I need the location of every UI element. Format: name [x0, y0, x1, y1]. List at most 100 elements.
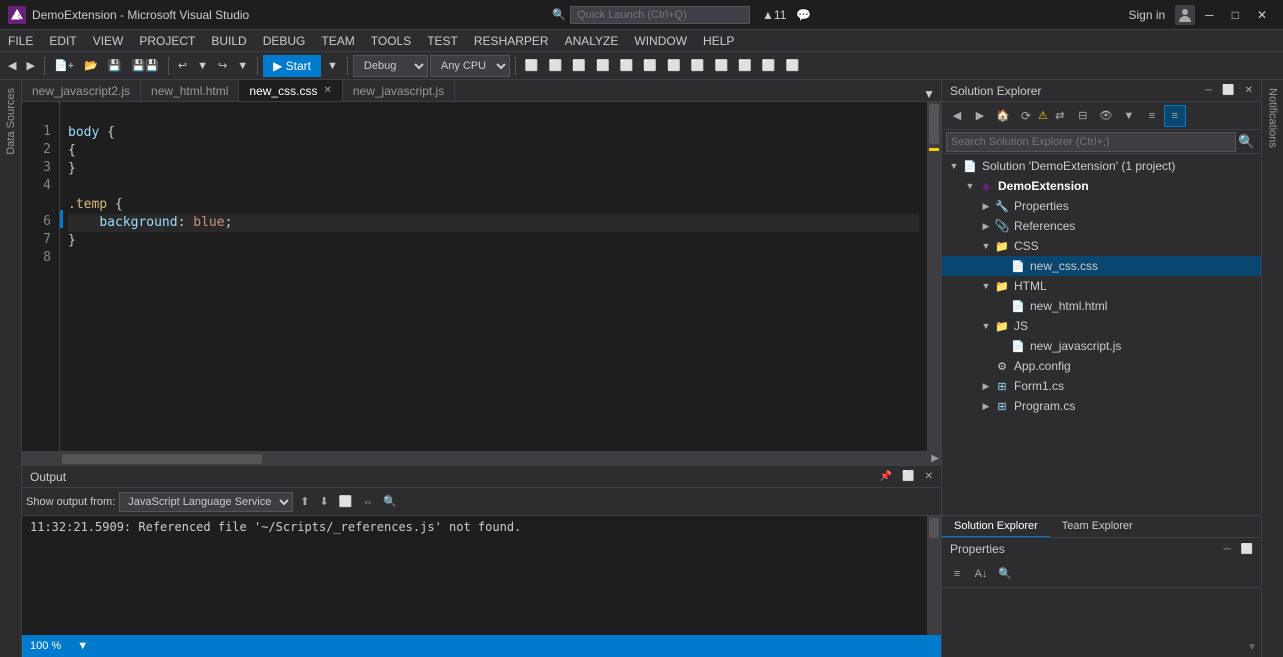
tree-app-config[interactable]: ⚙ App.config [942, 356, 1261, 376]
toolbar-btn-9[interactable]: ⬜ [711, 57, 733, 74]
scroll-right-btn[interactable]: ▶ [931, 453, 939, 464]
forward-button[interactable]: ▶ [22, 57, 38, 74]
menu-analyze[interactable]: ANALYZE [557, 30, 627, 52]
sol-extra-btn[interactable]: ≡ [1164, 105, 1186, 127]
tab-javascript[interactable]: new_javascript.js [343, 80, 455, 101]
toolbar-btn-3[interactable]: ⬜ [568, 57, 590, 74]
menu-window[interactable]: WINDOW [626, 30, 695, 52]
tab-javascript2[interactable]: new_javascript2.js [22, 80, 141, 101]
sol-filter-btn[interactable]: ▼ [1118, 105, 1140, 127]
prop-alpha-btn[interactable]: A↓ [970, 563, 992, 585]
menu-team[interactable]: TEAM [313, 30, 362, 52]
output-find[interactable]: 🔍 [380, 493, 400, 510]
sol-forward-btn[interactable]: ▶ [969, 105, 991, 127]
tree-form1[interactable]: ▶ ⊞ Form1.cs [942, 376, 1261, 396]
toolbar-btn-12[interactable]: ⬜ [782, 57, 804, 74]
sol-home-btn[interactable]: 🏠 [992, 105, 1014, 127]
data-sources-label[interactable]: Data Sources [5, 80, 17, 163]
undo-button[interactable]: ↩ [174, 57, 191, 74]
start-dropdown[interactable]: ▼ [323, 58, 342, 74]
properties-float-button[interactable]: ⬜ [1237, 542, 1257, 557]
output-source-select[interactable]: JavaScript Language Service Build Debug [119, 492, 293, 512]
back-button[interactable]: ◀ [4, 57, 20, 74]
toolbar-btn-11[interactable]: ⬜ [758, 57, 780, 74]
menu-edit[interactable]: EDIT [41, 30, 84, 52]
tree-new-css[interactable]: 📄 new_css.css [942, 256, 1261, 276]
output-nav-down[interactable]: ⬇ [317, 493, 332, 510]
redo-dropdown[interactable]: ▼ [233, 58, 252, 74]
sign-in-link[interactable]: Sign in [1120, 8, 1173, 22]
tree-new-javascript[interactable]: 📄 new_javascript.js [942, 336, 1261, 356]
new-project-button[interactable]: 📄+ [50, 57, 78, 74]
tab-css[interactable]: new_css.css ✕ [239, 80, 342, 101]
save-all-button[interactable]: 💾💾 [127, 57, 162, 74]
sol-float-button[interactable]: ⬜ [1218, 83, 1238, 98]
tree-html-folder[interactable]: ▼ 📁 HTML [942, 276, 1261, 296]
tab-team-explorer[interactable]: Team Explorer [1050, 516, 1145, 538]
output-pin-button[interactable]: 📌 [876, 469, 896, 484]
debug-mode-select[interactable]: Debug Release [353, 55, 428, 77]
menu-help[interactable]: HELP [695, 30, 742, 52]
toolbar-btn-7[interactable]: ⬜ [663, 57, 685, 74]
output-nav-up[interactable]: ⬆ [297, 493, 312, 510]
sol-close-button[interactable]: ✕ [1241, 83, 1257, 98]
save-button[interactable]: 💾 [104, 57, 126, 74]
code-content-area[interactable]: body { { } .temp { background: blue; } [60, 102, 927, 451]
menu-debug[interactable]: DEBUG [255, 30, 314, 52]
tab-html[interactable]: new_html.html [141, 80, 239, 101]
quick-launch-input[interactable] [570, 6, 750, 24]
toolbar-btn-6[interactable]: ⬜ [639, 57, 661, 74]
toolbar-btn-4[interactable]: ⬜ [592, 57, 614, 74]
sol-pin-button[interactable]: ─ [1201, 83, 1216, 98]
sol-search-button[interactable]: 🔍 [1236, 132, 1257, 152]
menu-test[interactable]: TEST [419, 30, 466, 52]
menu-view[interactable]: VIEW [85, 30, 132, 52]
menu-resharper[interactable]: RESHARPER [466, 30, 557, 52]
minimize-button[interactable]: ─ [1197, 4, 1222, 26]
editor-horizontal-scrollbar[interactable]: ▶ [22, 451, 941, 465]
maximize-button[interactable]: □ [1224, 4, 1247, 26]
output-float-button[interactable]: ⬜ [898, 469, 918, 484]
start-button[interactable]: ▶ ▶ StartStart [263, 55, 321, 77]
output-word-wrap[interactable]: ⇔ [359, 494, 376, 510]
tree-solution[interactable]: ▼ 📄 Solution 'DemoExtension' (1 project) [942, 156, 1261, 176]
close-button[interactable]: ✕ [1249, 4, 1275, 26]
menu-project[interactable]: PROJECT [131, 30, 203, 52]
notifications-label[interactable]: Notifications [1267, 80, 1279, 156]
sol-props-btn[interactable]: ≡ [1141, 105, 1163, 127]
tree-js-folder[interactable]: ▼ 📁 JS [942, 316, 1261, 336]
sol-back-btn[interactable]: ◀ [946, 105, 968, 127]
sol-refresh-btn[interactable]: ⟳ [1015, 105, 1037, 127]
undo-dropdown[interactable]: ▼ [193, 58, 212, 74]
tabs-overflow-button[interactable]: ▼ [917, 87, 941, 101]
output-clear[interactable]: ⬜ [336, 493, 356, 510]
toolbar-btn-2[interactable]: ⬜ [545, 57, 567, 74]
menu-build[interactable]: BUILD [203, 30, 254, 52]
sol-sync-btn[interactable]: ⇄ [1049, 105, 1071, 127]
tree-new-html[interactable]: 📄 new_html.html [942, 296, 1261, 316]
tree-css-folder[interactable]: ▼ 📁 CSS [942, 236, 1261, 256]
sol-show-all-btn[interactable]: 👁 [1095, 105, 1117, 127]
toolbar-btn-10[interactable]: ⬜ [734, 57, 756, 74]
menu-file[interactable]: FILE [0, 30, 41, 52]
status-zoom-dropdown[interactable]: ▼ [77, 640, 88, 652]
sol-search-input[interactable] [946, 132, 1236, 152]
tree-properties[interactable]: ▶ 🔧 Properties [942, 196, 1261, 216]
tree-program[interactable]: ▶ ⊞ Program.cs [942, 396, 1261, 416]
editor-scrollbar[interactable] [927, 102, 941, 451]
toolbar-btn-5[interactable]: ⬜ [616, 57, 638, 74]
redo-button[interactable]: ↪ [214, 57, 231, 74]
toolbar-btn-1[interactable]: ⬜ [521, 57, 543, 74]
tree-references[interactable]: ▶ 📎 References [942, 216, 1261, 236]
prop-browse-btn[interactable]: 🔍 [994, 563, 1016, 585]
output-scrollbar[interactable] [927, 516, 941, 635]
sol-collapse-btn[interactable]: ⊟ [1072, 105, 1094, 127]
properties-pin-button[interactable]: ─ [1219, 542, 1234, 557]
toolbar-btn-8[interactable]: ⬜ [687, 57, 709, 74]
output-close-button[interactable]: ✕ [921, 469, 937, 484]
menu-tools[interactable]: TOOLS [363, 30, 419, 52]
platform-select[interactable]: Any CPU x86 x64 [430, 55, 510, 77]
tab-solution-explorer[interactable]: Solution Explorer [942, 516, 1050, 538]
tree-project[interactable]: ▼ ◆ DemoExtension [942, 176, 1261, 196]
tab-close-icon-css[interactable]: ✕ [323, 85, 331, 96]
